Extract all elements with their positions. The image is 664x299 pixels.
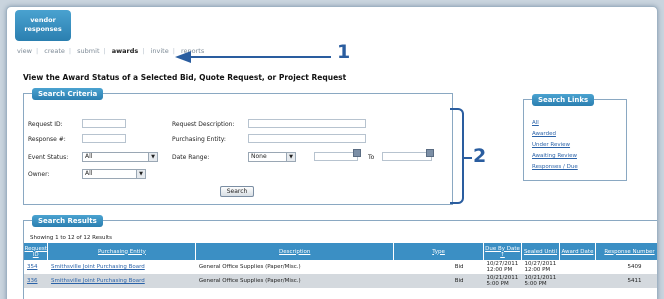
request-description-label: Request Description: <box>172 121 235 128</box>
column-header-description[interactable]: Description <box>195 243 395 260</box>
table-row: 336 Smithsville Joint Purchasing Board G… <box>24 274 657 288</box>
award-date-cell <box>560 260 596 274</box>
date-to-input[interactable] <box>382 152 432 161</box>
nav-separator: | <box>103 47 106 55</box>
calendar-icon[interactable] <box>353 149 361 157</box>
event-status-select[interactable]: All ▼ <box>82 152 158 162</box>
nav-separator: | <box>142 47 145 55</box>
description-cell: General Office Supplies (Paper/Misc.) <box>198 264 301 270</box>
request-id-input[interactable] <box>82 119 126 128</box>
type-cell: Bid <box>393 274 484 288</box>
sealed-until-cell: 10/27/2011 12:00 PM <box>524 261 557 273</box>
owner-label: Owner: <box>28 171 50 178</box>
purchasing-entity-input[interactable] <box>248 134 366 143</box>
column-header-response-number[interactable]: Response Number <box>595 243 657 260</box>
callout-arrow-line <box>191 56 331 58</box>
results-count: Showing 1 to 12 of 12 Results <box>30 235 113 241</box>
callout-arrow-icon <box>175 51 191 63</box>
search-link-all[interactable]: All <box>532 120 539 126</box>
chevron-down-icon: ▼ <box>148 153 157 161</box>
column-header-request-id[interactable]: Request ID <box>24 243 49 260</box>
search-button[interactable]: Search <box>220 186 254 197</box>
search-results-panel: Search Results Showing 1 to 12 of 12 Res… <box>23 215 657 299</box>
search-link-awaiting-review[interactable]: Awaiting Review <box>532 153 577 159</box>
column-header-award-date[interactable]: Award Date <box>559 243 596 260</box>
response-number-cell: 5411 <box>595 274 657 288</box>
request-id-link[interactable]: 336 <box>24 274 48 288</box>
column-header-sealed-until[interactable]: Sealed Until <box>521 243 560 260</box>
chevron-down-icon: ▼ <box>286 153 295 161</box>
due-date-cell: 10/21/2011 5:00 PM <box>483 274 522 288</box>
search-criteria-panel: Search Criteria Request ID: Request Desc… <box>23 88 453 205</box>
response-number-cell: 5409 <box>627 264 642 270</box>
callout-bracket-tip <box>464 157 472 159</box>
owner-value: All <box>85 170 93 177</box>
nav-separator: | <box>68 47 72 55</box>
purchasing-entity-label: Purchasing Entity: <box>172 136 226 143</box>
request-id-label: Request ID: <box>28 121 63 128</box>
calendar-icon[interactable] <box>426 149 434 157</box>
owner-select[interactable]: All ▼ <box>82 169 146 179</box>
search-links-heading: Search Links <box>532 94 595 106</box>
search-criteria-heading: Search Criteria <box>32 88 104 100</box>
page-title: View the Award Status of a Selected Bid,… <box>23 73 347 82</box>
type-cell: Bid <box>454 264 464 270</box>
vendor-responses-tab[interactable]: vendor responses <box>15 10 71 41</box>
purchasing-entity-link[interactable]: Smithsville Joint Purchasing Board <box>47 274 196 288</box>
callout-number-2: 2 <box>473 145 487 167</box>
date-range-select[interactable]: None ▼ <box>248 152 296 162</box>
search-link-under-review[interactable]: Under Review <box>532 142 570 148</box>
purchasing-entity-link[interactable]: Smithsville Joint Purchasing Board <box>48 260 196 274</box>
table-row: 354 Smithsville Joint Purchasing Board G… <box>24 260 657 274</box>
date-from-input[interactable] <box>314 152 358 161</box>
date-range-value: None <box>251 153 267 160</box>
event-status-value: All <box>85 153 93 160</box>
response-number-input[interactable] <box>82 134 126 143</box>
search-links-panel: Search Links All Awarded Under Review Aw… <box>523 94 627 181</box>
award-date-cell <box>559 274 596 288</box>
date-range-label: Date Range: <box>172 154 210 161</box>
nav-invite[interactable]: invite <box>151 47 169 55</box>
due-date-cell: 10/27/2011 12:00 PM <box>486 261 519 273</box>
nav-submit[interactable]: submit <box>77 47 99 55</box>
date-to-label: To <box>368 154 375 161</box>
app-window: vendor responses view | create | submit | a… <box>6 6 658 299</box>
description-cell: General Office Supplies (Paper/Misc.) <box>195 274 394 288</box>
nav-separator: | <box>35 47 39 55</box>
search-link-responses-due[interactable]: Responses / Due <box>532 164 578 170</box>
callout-number-1: 1 <box>337 41 351 63</box>
response-number-label: Response #: <box>28 136 66 143</box>
chevron-down-icon: ▼ <box>136 170 145 178</box>
column-header-due-by-date[interactable]: Due By Date ↑ <box>483 243 523 260</box>
column-header-type[interactable]: Type <box>393 243 485 260</box>
sealed-until-cell: 10/21/2011 5:00 PM <box>521 274 560 288</box>
table-header-row: Request ID Purchasing Entity Description… <box>24 243 657 260</box>
search-results-heading: Search Results <box>32 215 103 227</box>
nav-awards[interactable]: awards <box>112 47 139 55</box>
request-id-link[interactable]: 354 <box>24 260 48 274</box>
search-link-awarded[interactable]: Awarded <box>532 131 556 137</box>
nav-create[interactable]: create <box>44 47 65 55</box>
column-header-purchasing-entity[interactable]: Purchasing Entity <box>47 243 197 260</box>
request-description-input[interactable] <box>248 119 366 128</box>
nav-view[interactable]: view <box>17 47 32 55</box>
results-table: Request ID Purchasing Entity Description… <box>24 243 657 288</box>
event-status-label: Event Status: <box>28 154 69 161</box>
callout-bracket <box>450 108 464 204</box>
